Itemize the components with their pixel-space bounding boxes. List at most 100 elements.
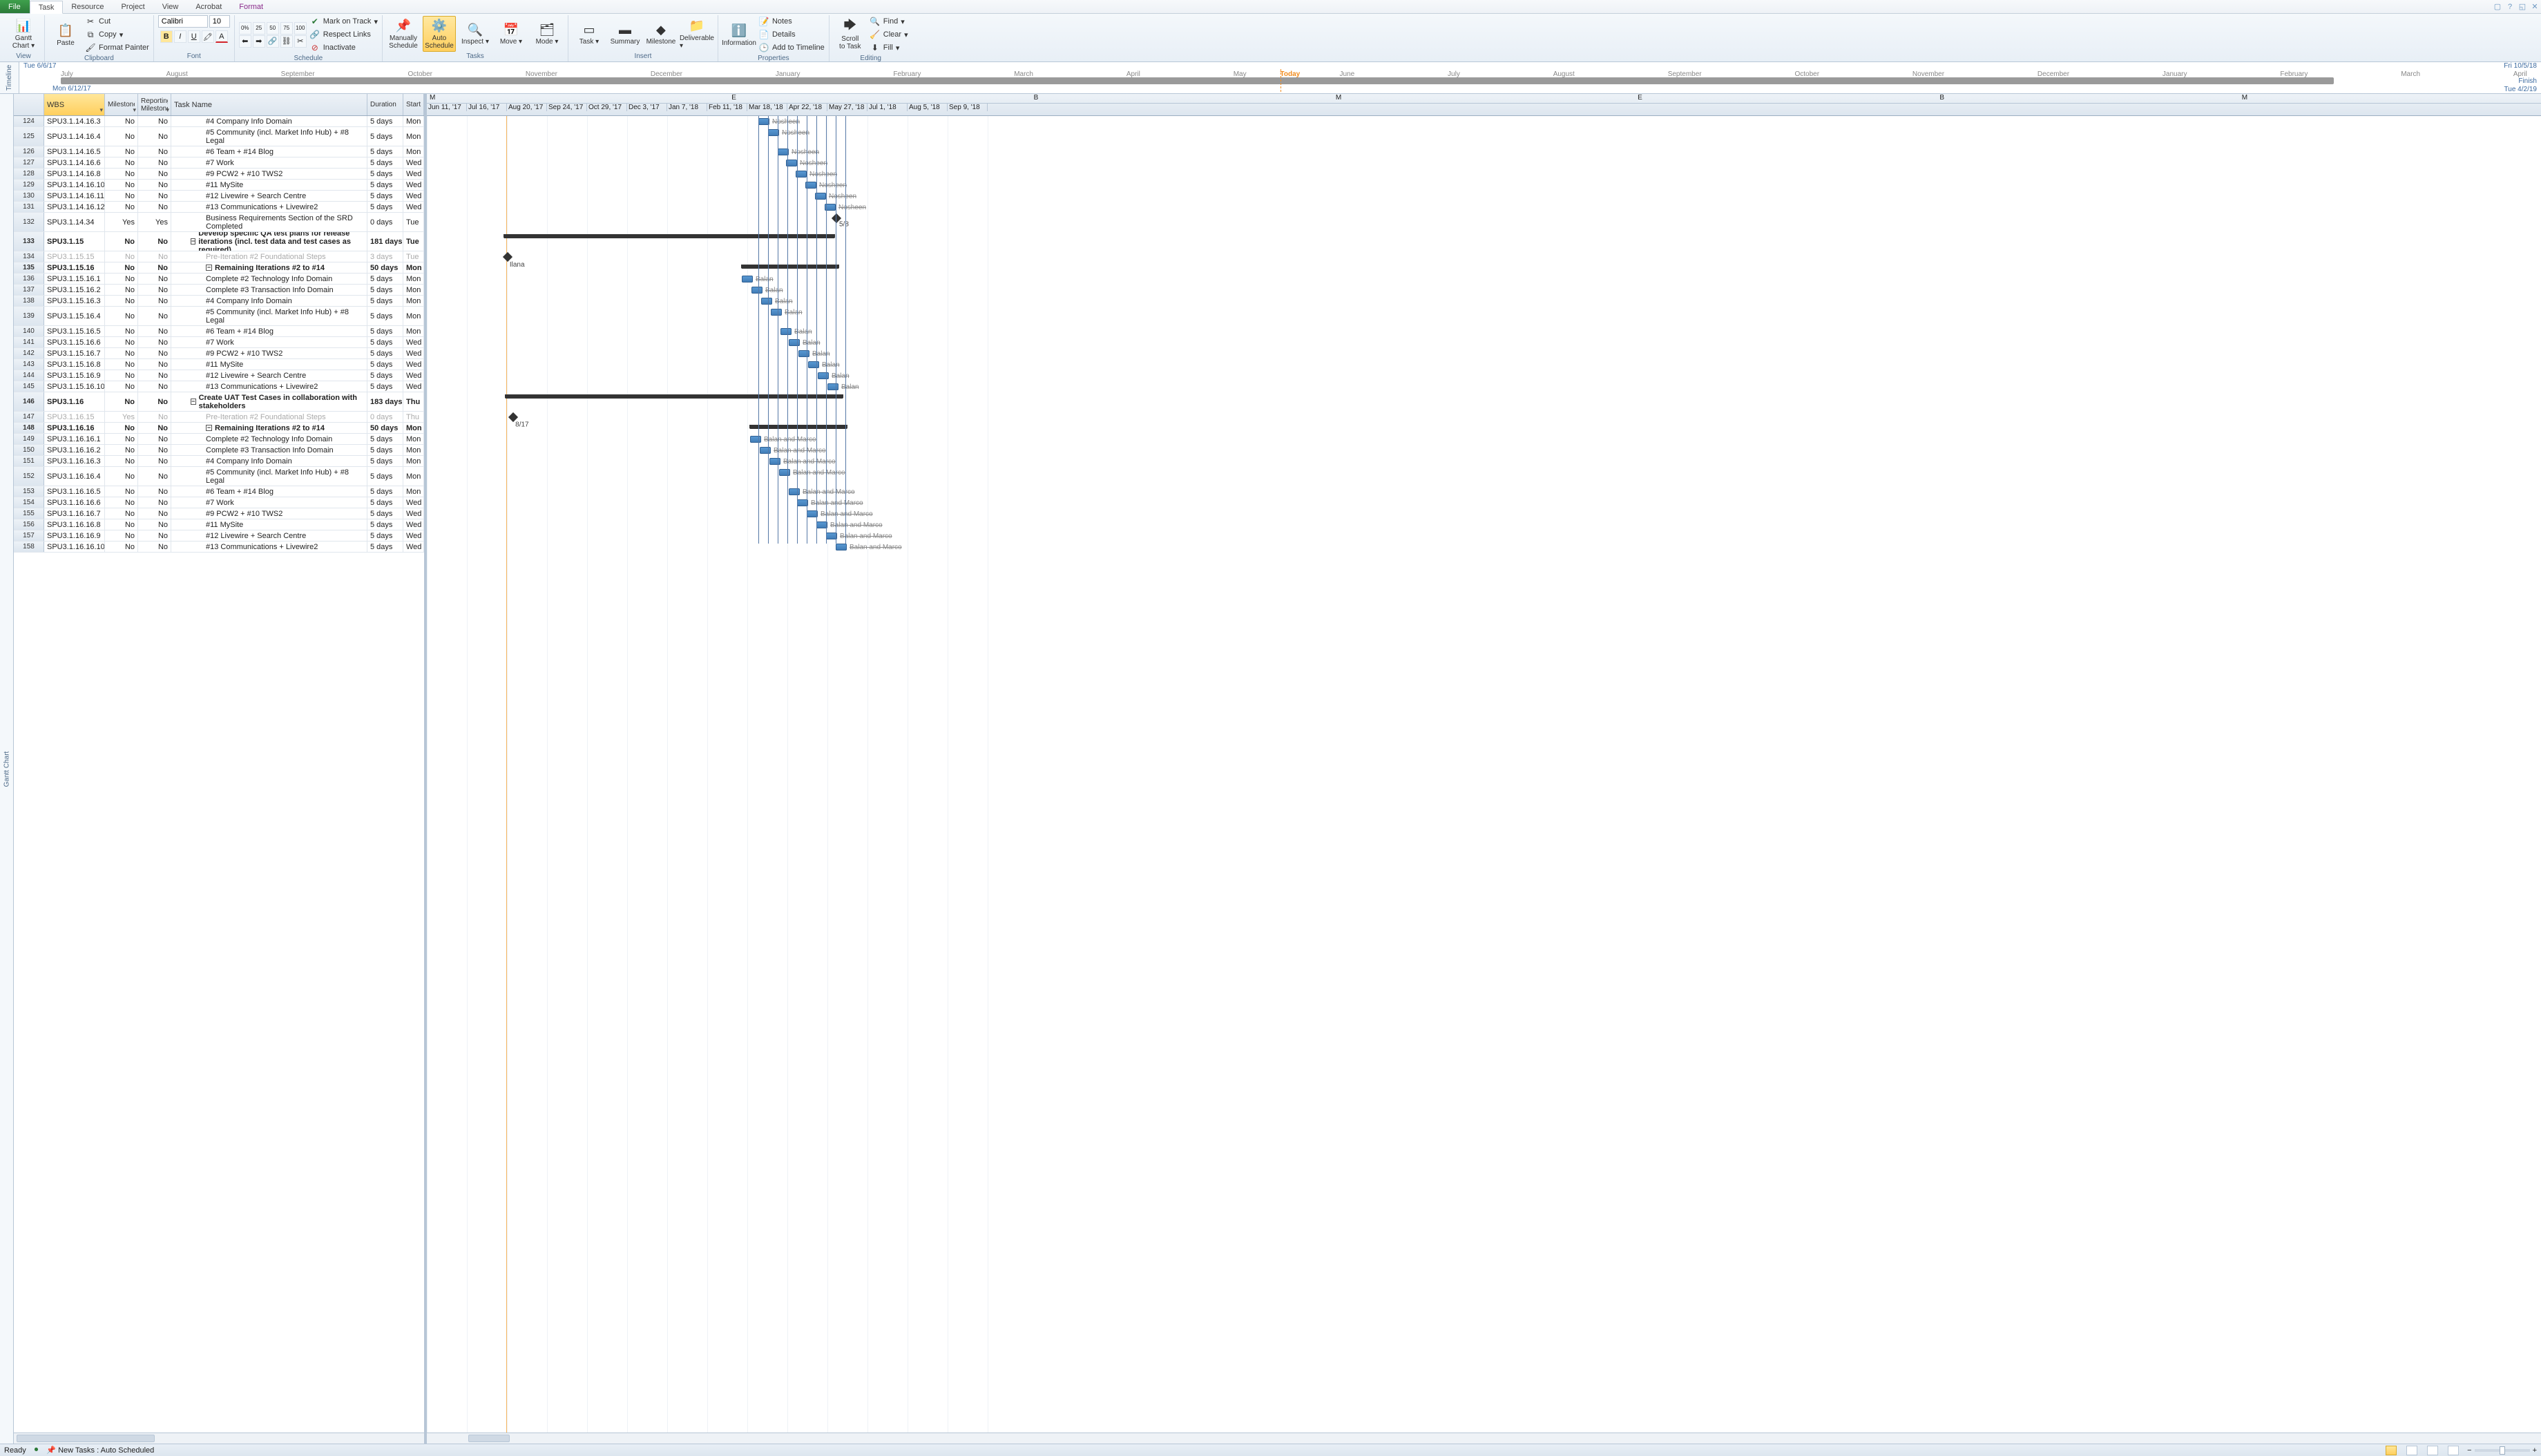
cell-task-name[interactable]: −Remaining Iterations #2 to #14 <box>171 423 367 433</box>
font-size-input[interactable] <box>209 15 230 28</box>
cell-duration[interactable]: 5 days <box>367 157 403 168</box>
cell-reporting-milestone[interactable]: No <box>138 180 171 190</box>
cell-milestone[interactable]: No <box>105 359 138 370</box>
grid-hscroll[interactable] <box>14 1433 424 1444</box>
tab-resource[interactable]: Resource <box>63 0 113 13</box>
cell-task-name[interactable]: #5 Community (incl. Market Info Hub) + #… <box>171 127 367 146</box>
cell-duration[interactable]: 183 days <box>367 392 403 411</box>
cell-reporting-milestone[interactable]: No <box>138 157 171 168</box>
task-bar[interactable]: Balan <box>761 298 772 305</box>
row-number[interactable]: 136 <box>14 274 44 284</box>
cell-reporting-milestone[interactable]: No <box>138 348 171 358</box>
cell-milestone[interactable]: No <box>105 157 138 168</box>
pct100-button[interactable]: 100 <box>294 22 307 35</box>
cell-reporting-milestone[interactable]: No <box>138 146 171 157</box>
paste-button[interactable]: 📋 Paste <box>49 17 82 52</box>
cell-reporting-milestone[interactable]: No <box>138 191 171 201</box>
cell-start[interactable]: Mon <box>403 307 424 325</box>
cell-milestone[interactable]: No <box>105 191 138 201</box>
cut-button[interactable]: ✂Cut <box>85 15 149 28</box>
row-number[interactable]: 132 <box>14 213 44 231</box>
cell-milestone[interactable]: No <box>105 392 138 411</box>
cell-reporting-milestone[interactable]: No <box>138 467 171 486</box>
inspect-button[interactable]: 🔍Inspect ▾ <box>459 16 492 52</box>
col-start[interactable]: Start <box>403 94 424 115</box>
cell-wbs[interactable]: SPU3.1.15.16.9 <box>44 370 105 381</box>
task-bar[interactable]: Balan and Marco <box>789 488 800 495</box>
cell-reporting-milestone[interactable]: No <box>138 274 171 284</box>
cell-wbs[interactable]: SPU3.1.15.16.1 <box>44 274 105 284</box>
cell-milestone[interactable]: No <box>105 285 138 295</box>
cell-wbs[interactable]: SPU3.1.15 <box>44 232 105 251</box>
insert-deliverable-button[interactable]: 📁Deliverable ▾ <box>680 16 713 52</box>
cell-reporting-milestone[interactable]: No <box>138 542 171 552</box>
cell-duration[interactable]: 5 days <box>367 508 403 519</box>
cell-milestone[interactable]: No <box>105 486 138 497</box>
cell-start[interactable]: Tue <box>403 232 424 251</box>
cell-milestone[interactable]: No <box>105 423 138 433</box>
cell-task-name[interactable]: #11 MySite <box>171 180 367 190</box>
task-bar[interactable]: Balan and Marco <box>760 447 771 454</box>
mode-button[interactable]: 🗂Mode ▾ <box>530 16 564 52</box>
cell-duration[interactable]: 5 days <box>367 285 403 295</box>
cell-wbs[interactable]: SPU3.1.15.16 <box>44 262 105 273</box>
cell-duration[interactable]: 5 days <box>367 445 403 455</box>
table-row[interactable]: 131SPU3.1.14.16.12NoNo#13 Communications… <box>14 202 424 213</box>
cell-duration[interactable]: 5 days <box>367 116 403 126</box>
cell-milestone[interactable]: No <box>105 467 138 486</box>
row-number[interactable]: 141 <box>14 337 44 347</box>
cell-start[interactable]: Wed <box>403 381 424 392</box>
cell-start[interactable]: Mon <box>403 434 424 444</box>
table-row[interactable]: 142SPU3.1.15.16.7NoNo#9 PCW2 + #10 TWS25… <box>14 348 424 359</box>
cell-reporting-milestone[interactable]: No <box>138 202 171 212</box>
gantt-chart-button[interactable]: 📊 GanttChart ▾ <box>7 16 40 52</box>
row-number[interactable]: 157 <box>14 530 44 541</box>
table-row[interactable]: 124SPU3.1.14.16.3NoNo#4 Company Info Dom… <box>14 116 424 127</box>
cell-start[interactable]: Mon <box>403 445 424 455</box>
bold-button[interactable]: B <box>160 30 173 43</box>
cell-task-name[interactable]: #5 Community (incl. Market Info Hub) + #… <box>171 307 367 325</box>
cell-wbs[interactable]: SPU3.1.15.16.7 <box>44 348 105 358</box>
cell-duration[interactable]: 5 days <box>367 274 403 284</box>
pct25-button[interactable]: 25 <box>253 22 265 35</box>
row-number[interactable]: 151 <box>14 456 44 466</box>
table-row[interactable]: 155SPU3.1.16.16.7NoNo#9 PCW2 + #10 TWS25… <box>14 508 424 519</box>
close-icon[interactable]: ✕ <box>2529 0 2541 13</box>
row-number[interactable]: 154 <box>14 497 44 508</box>
table-row[interactable]: 158SPU3.1.16.16.10NoNo#13 Communications… <box>14 542 424 553</box>
cell-task-name[interactable]: #4 Company Info Domain <box>171 296 367 306</box>
cell-task-name[interactable]: #6 Team + #14 Blog <box>171 486 367 497</box>
cell-reporting-milestone[interactable]: No <box>138 508 171 519</box>
cell-duration[interactable]: 5 days <box>367 337 403 347</box>
cell-duration[interactable]: 5 days <box>367 359 403 370</box>
cell-reporting-milestone[interactable]: No <box>138 423 171 433</box>
table-row[interactable]: 152SPU3.1.16.16.4NoNo#5 Community (incl.… <box>14 467 424 486</box>
cell-wbs[interactable]: SPU3.1.16.16.2 <box>44 445 105 455</box>
cell-start[interactable]: Mon <box>403 127 424 146</box>
cell-start[interactable]: Wed <box>403 497 424 508</box>
cell-wbs[interactable]: SPU3.1.16.16 <box>44 423 105 433</box>
cell-task-name[interactable]: −Remaining Iterations #2 to #14 <box>171 262 367 273</box>
cell-start[interactable]: Tue <box>403 213 424 231</box>
view-gantt-button[interactable] <box>2386 1446 2397 1455</box>
cell-reporting-milestone[interactable]: No <box>138 497 171 508</box>
view-usage-button[interactable] <box>2406 1446 2417 1455</box>
chart-hscroll[interactable] <box>427 1433 2541 1444</box>
cell-wbs[interactable]: SPU3.1.16.16.5 <box>44 486 105 497</box>
milestone-marker[interactable]: 5/8 <box>832 213 841 223</box>
cell-task-name[interactable]: −Develop specific QA test plans for rele… <box>171 232 367 251</box>
row-number[interactable]: 143 <box>14 359 44 370</box>
row-number[interactable]: 135 <box>14 262 44 273</box>
table-row[interactable]: 151SPU3.1.16.16.3NoNo#4 Company Info Dom… <box>14 456 424 467</box>
tab-project[interactable]: Project <box>113 0 153 13</box>
cell-duration[interactable]: 5 days <box>367 542 403 552</box>
cell-reporting-milestone[interactable]: No <box>138 296 171 306</box>
row-number[interactable]: 155 <box>14 508 44 519</box>
cell-reporting-milestone[interactable]: No <box>138 530 171 541</box>
cell-task-name[interactable]: #7 Work <box>171 337 367 347</box>
row-number[interactable]: 133 <box>14 232 44 251</box>
row-number[interactable]: 145 <box>14 381 44 392</box>
filter-icon[interactable]: ▾ <box>133 106 136 114</box>
filter-icon[interactable]: ▾ <box>166 106 169 114</box>
cell-duration[interactable]: 5 days <box>367 348 403 358</box>
